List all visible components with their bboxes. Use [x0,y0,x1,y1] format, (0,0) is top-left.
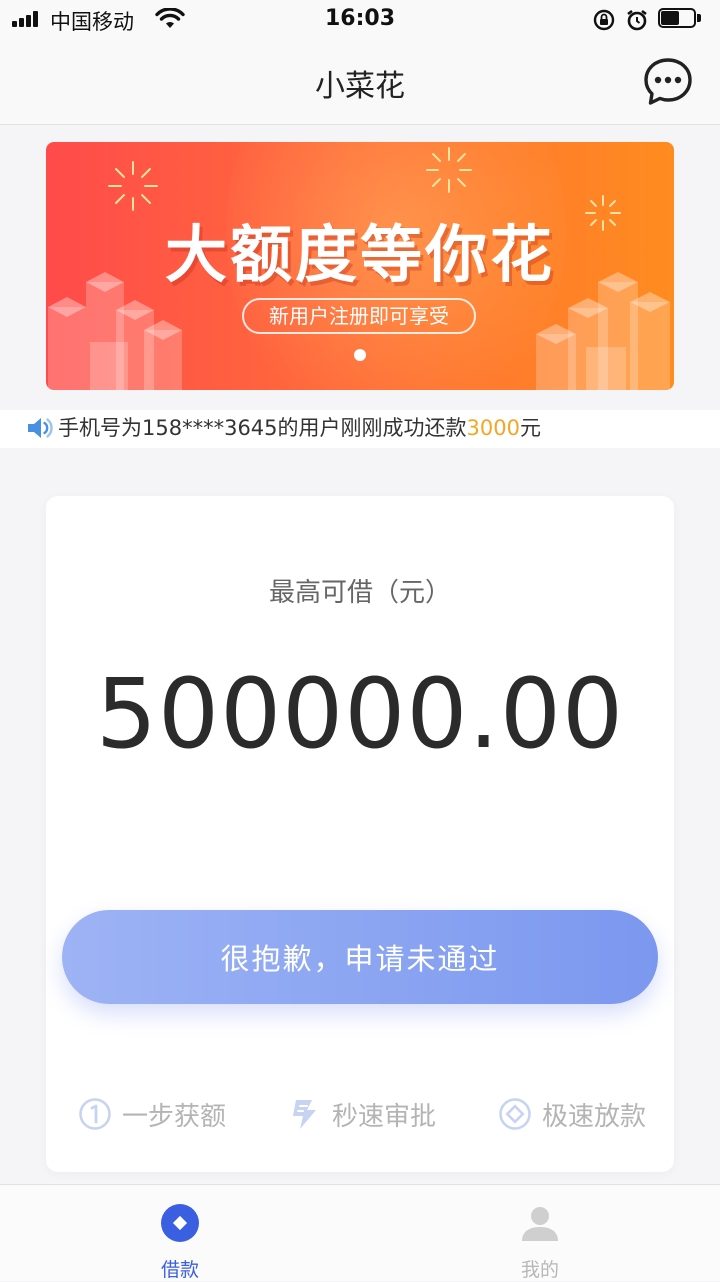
tab-label: 我的 [520,1259,559,1281]
limit-label: 最高可借（元） [268,578,451,608]
tab-label: 借款 [160,1259,199,1281]
battery-icon [658,8,704,30]
feature-list: 一步获额 秒速审批 极速放款 [46,1094,674,1134]
feature-fast-payout: 极速放款 [498,1094,646,1134]
speaker-icon [28,418,53,438]
banner-title: 大额度等你花 [164,218,555,291]
tab-mine[interactable]: 我的 [360,1185,720,1281]
carousel-indicator-dot[interactable] [354,349,366,361]
tab-borrow[interactable]: 借款 [0,1185,360,1281]
banner-subtitle: 新用户注册即可享受 [242,298,476,334]
notice-amount: 3000 [466,416,520,440]
loan-card: 最高可借（元） 500000.00 很抱歉，申请未通过 一步获额 秒速审批 极速… [46,496,674,1172]
promo-banner[interactable]: 大额度等你花 新用户注册即可享受 [46,142,674,390]
feature-label: 一步获额 [122,1101,227,1132]
diamond-circle-icon [499,1098,531,1130]
repayment-notice: 手机号为158****3645的用户刚刚成功还款3000元 [0,410,720,448]
feature-one-step: 一步获额 [78,1094,226,1134]
diamond-circle-icon [161,1204,199,1242]
status-bar: 中国移动 16:03 [0,0,720,40]
tab-bar: 借款 我的 [0,1184,720,1281]
apply-status-button[interactable]: 很抱歉，申请未通过 [62,910,658,1004]
feature-fast-approval: 秒速审批 [288,1094,436,1134]
chat-bubble-icon[interactable] [642,56,694,108]
limit-amount: 500000.00 [95,658,625,770]
rotation-lock-icon [593,9,615,31]
alarm-clock-icon [627,9,647,31]
number-one-circle-icon [79,1098,111,1130]
person-icon [522,1207,558,1241]
notice-unit: 元 [519,416,541,440]
page-title: 小菜花 [315,69,405,104]
notice-message: 手机号为158****3645的用户刚刚成功还款 [58,416,467,440]
lightning-icon [293,1100,316,1129]
navigation-bar: 小菜花 [0,40,720,125]
feature-label: 秒速审批 [332,1101,437,1132]
feature-label: 极速放款 [542,1101,647,1132]
notice-text: 手机号为158****3645的用户刚刚成功还款3000元 [58,412,541,442]
